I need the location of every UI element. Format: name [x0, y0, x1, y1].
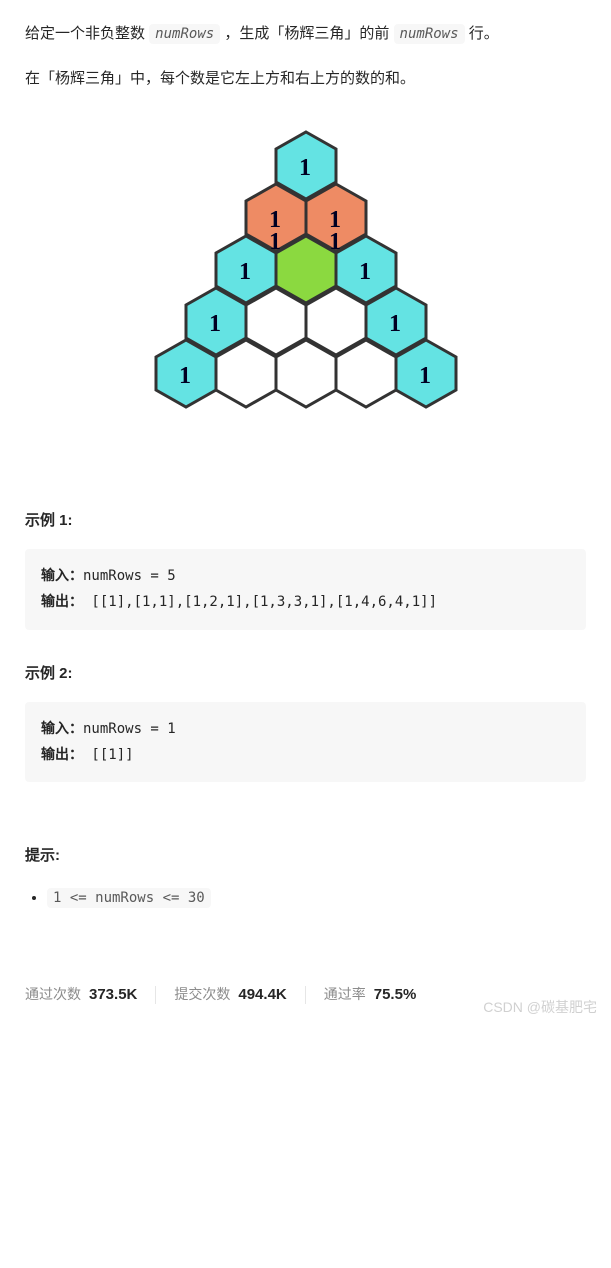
- divider: [305, 986, 306, 1004]
- divider: [155, 986, 156, 1004]
- input-value: numRows = 5: [83, 568, 176, 584]
- input-label: 输入：: [41, 720, 83, 736]
- desc-text: 给定一个非负整数: [25, 25, 149, 42]
- constraints-list: 1 <= numRows <= 30: [25, 884, 586, 911]
- stats-bar: 通过次数 373.5K 提交次数 494.4K 通过率 75.5%: [25, 981, 586, 1008]
- output-value: [[1]]: [83, 747, 134, 763]
- stat-pass: 通过次数 373.5K: [25, 981, 137, 1008]
- inline-code-numrows1: numRows: [149, 24, 220, 44]
- stat-value: 373.5K: [89, 981, 137, 1008]
- svg-text:1: 1: [179, 363, 191, 389]
- svg-text:1: 1: [389, 311, 401, 337]
- stat-submit: 提交次数 494.4K: [174, 981, 286, 1008]
- example1-block: 输入：numRows = 5 输出： [[1],[1,1],[1,2,1],[1…: [25, 549, 586, 629]
- stat-label: 提交次数: [174, 982, 230, 1007]
- output-label: 输出：: [41, 593, 83, 609]
- inline-code-numrows2: numRows: [394, 24, 465, 44]
- hints-title: 提示:: [25, 842, 586, 869]
- example1-title: 示例 1:: [25, 507, 586, 534]
- problem-description-line1: 给定一个非负整数 numRows ，生成「杨辉三角」的前 numRows 行。: [25, 20, 586, 47]
- svg-text:1: 1: [359, 259, 371, 285]
- stat-value: 75.5%: [374, 981, 417, 1008]
- input-label: 输入：: [41, 567, 83, 583]
- example2-title: 示例 2:: [25, 660, 586, 687]
- output-label: 输出：: [41, 746, 83, 762]
- stat-rate: 通过率 75.5%: [324, 981, 417, 1008]
- svg-text:1: 1: [209, 311, 221, 337]
- desc-text: ，生成「杨辉三角」的前: [224, 25, 393, 42]
- svg-text:1: 1: [419, 363, 431, 389]
- pascal-triangle-diagram: 1 1 1 1 1 1 1 1 1 1 1: [25, 127, 586, 467]
- svg-text:1: 1: [299, 155, 311, 181]
- constraint-item: 1 <= numRows <= 30: [47, 884, 586, 911]
- problem-description-line2: 在「杨辉三角」中，每个数是它左上方和右上方的数的和。: [25, 65, 586, 92]
- stat-label: 通过次数: [25, 982, 81, 1007]
- svg-text:1: 1: [239, 259, 251, 285]
- constraint-code: 1 <= numRows <= 30: [47, 888, 211, 908]
- output-value: [[1],[1,1],[1,2,1],[1,3,3,1],[1,4,6,4,1]…: [83, 594, 437, 610]
- stat-value: 494.4K: [238, 981, 286, 1008]
- stat-label: 通过率: [324, 982, 366, 1007]
- hex-svg: 1 1 1 1 1 1 1 1 1 1 1: [136, 127, 476, 467]
- desc-text: 行。: [469, 25, 499, 42]
- example2-block: 输入：numRows = 1 输出： [[1]]: [25, 702, 586, 782]
- input-value: numRows = 1: [83, 721, 176, 737]
